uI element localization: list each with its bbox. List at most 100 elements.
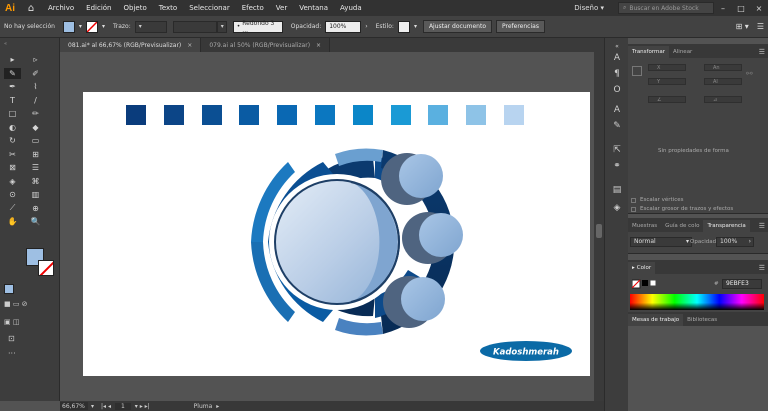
zoom-field[interactable]: 66,67% — [60, 402, 88, 410]
collapse-panels-icon[interactable]: « — [610, 40, 624, 52]
screen-mode-icon[interactable]: ⊡ — [8, 334, 15, 343]
edit-toolbar-icon[interactable]: ··· — [8, 349, 16, 358]
menu-item-efecto[interactable]: Efecto — [236, 0, 270, 16]
tool-icon-3[interactable]: ✐ — [27, 68, 44, 79]
color-spectrum[interactable] — [630, 294, 764, 310]
artboard[interactable]: Kadoshmerah — [83, 92, 590, 376]
tool-icon-23[interactable]: ⊕ — [27, 203, 44, 214]
character-icon[interactable]: A — [610, 52, 624, 64]
tab-artboards[interactable]: Mesas de trabajo — [628, 314, 684, 326]
menu-item-ver[interactable]: Ver — [270, 0, 293, 16]
tool-icon-0[interactable]: ▸ — [4, 54, 21, 65]
opentype-icon[interactable]: O — [610, 84, 624, 96]
tool-icon-5[interactable]: ⌇ — [27, 81, 44, 92]
tool-icon-21[interactable]: ▥ — [27, 189, 44, 200]
y-field[interactable]: Y — [648, 78, 686, 85]
stroke-swatch[interactable] — [85, 20, 98, 33]
panel-menu-icon[interactable]: ☰ — [759, 46, 768, 58]
preferences-button[interactable]: Preferencias — [496, 20, 545, 33]
vertical-scrollbar[interactable] — [594, 52, 604, 401]
tool-icon-13[interactable]: ▭ — [27, 135, 44, 146]
close-window-button[interactable]: × — [750, 4, 768, 13]
tool-icon-8[interactable]: □ — [4, 108, 21, 119]
export-icon[interactable]: ⇱ — [610, 144, 624, 156]
hex-field[interactable]: 9EBFE3 — [722, 279, 762, 289]
tool-icon-20[interactable]: ⊙ — [4, 189, 21, 200]
height-field[interactable]: Al — [704, 78, 742, 85]
style-dropdown-icon[interactable]: ▾ — [410, 23, 421, 30]
tool-icon-4[interactable]: ✒ — [4, 81, 21, 92]
tab-document-081[interactable]: 081.ai* al 66,67% (RGB/Previsualizar) × — [60, 38, 202, 52]
artboard-number[interactable]: 1 — [114, 402, 131, 410]
tool-icon-19[interactable]: ⌘ — [27, 176, 44, 187]
transparency-opacity-field[interactable]: 100% › — [716, 237, 754, 247]
tool-icon-17[interactable]: ☰ — [27, 162, 44, 173]
arrange-icon[interactable]: ⊞ ▾ — [732, 22, 753, 31]
appearance-icon[interactable]: ▤ — [610, 184, 624, 196]
tool-icon-14[interactable]: ✂ — [4, 149, 21, 160]
fill-stroke-indicator[interactable] — [26, 248, 56, 278]
minimize-button[interactable]: – — [714, 4, 732, 13]
draw-mode-icons[interactable]: ▣ ◫ — [4, 318, 19, 326]
tab-transparency[interactable]: Transparencia — [703, 220, 750, 232]
canvas-area[interactable]: Kadoshmerah — [60, 52, 594, 401]
artboard-nav-icons[interactable]: |◂ ◂ — [101, 403, 111, 410]
menu-item-ventana[interactable]: Ventana — [293, 0, 334, 16]
tab-color-guide[interactable]: Guía de colo — [661, 220, 703, 232]
stroke-dropdown-icon[interactable]: ▾ — [98, 23, 109, 30]
tool-icon-24[interactable]: ✋ — [4, 216, 21, 227]
brush-definition-dropdown[interactable]: • Redondo 3 ... — [232, 20, 283, 34]
tool-icon-25[interactable]: 🔍 — [27, 216, 44, 227]
color-fill-stroke-icons[interactable] — [631, 279, 658, 289]
fill-swatch[interactable] — [62, 20, 75, 33]
fill-dropdown-icon[interactable]: ▾ — [75, 23, 86, 30]
tool-icon-2[interactable]: ✎ — [4, 67, 21, 79]
tool-icon-9[interactable]: ✏ — [27, 108, 44, 119]
menu-item-archivo[interactable]: Archivo — [42, 0, 80, 16]
constrain-proportions-icon[interactable]: ⚯ — [746, 69, 753, 78]
scale-strokes-checkbox[interactable] — [631, 207, 636, 212]
style-swatch[interactable] — [397, 20, 410, 33]
tool-icon-6[interactable]: T — [4, 95, 21, 106]
tab-transform[interactable]: Transformar — [628, 46, 669, 58]
menu-item-texto[interactable]: Texto — [153, 0, 183, 16]
tab-libraries[interactable]: Bibliotecas — [683, 314, 721, 326]
tab-swatches[interactable]: Muestras — [628, 220, 661, 232]
tab-color[interactable]: ▸ Color — [628, 262, 656, 274]
panel-menu-icon[interactable]: ☰ — [753, 22, 768, 31]
tab-align[interactable]: Alinear — [669, 46, 696, 58]
panel-menu-icon[interactable]: ☰ — [759, 220, 768, 232]
tool-icon-15[interactable]: ⊞ — [27, 149, 44, 160]
opacity-chevron-icon[interactable]: › — [361, 23, 371, 30]
tool-icon-7[interactable]: / — [27, 95, 44, 106]
tool-icon-1[interactable]: ▹ — [27, 54, 44, 65]
tool-icon-10[interactable]: ◐ — [4, 122, 21, 133]
scale-corners-checkbox[interactable] — [631, 198, 636, 203]
small-fill-box[interactable] — [4, 284, 14, 294]
brushes-icon[interactable]: ✎ — [610, 120, 624, 132]
width-field[interactable]: An — [704, 64, 742, 71]
scrollbar-thumb[interactable] — [596, 224, 602, 238]
menu-item-seleccionar[interactable]: Seleccionar — [183, 0, 236, 16]
paragraph-icon[interactable]: ¶ — [610, 68, 624, 80]
opacity-field[interactable]: 100% — [325, 20, 362, 33]
fit-document-button[interactable]: Ajustar documento — [422, 20, 492, 33]
toolbar-collapse-icon[interactable]: « — [4, 41, 7, 47]
status-menu-icon[interactable]: ▸ — [216, 403, 219, 410]
glyphs-icon[interactable]: A — [610, 104, 624, 116]
shear-field[interactable]: ⊿ — [704, 96, 742, 103]
panel-menu-icon[interactable]: ☰ — [759, 262, 768, 274]
tool-icon-11[interactable]: ◆ — [27, 122, 44, 133]
stroke-weight-field[interactable]: ▾ — [134, 20, 167, 33]
layers-icon[interactable]: ◈ — [610, 202, 624, 214]
tool-icon-22[interactable]: ⟋ — [4, 203, 21, 214]
rotate-field[interactable]: ∠ — [648, 96, 686, 103]
menu-item-objeto[interactable]: Objeto — [118, 0, 153, 16]
variable-width-dropdown[interactable]: ▾ — [216, 20, 227, 33]
variable-width-field[interactable] — [172, 20, 217, 33]
planet-illustration[interactable]: Kadoshmerah — [83, 92, 590, 376]
artboard-nav-forward-icons[interactable]: ▾ ▸ ▸| — [135, 403, 150, 410]
stroke-color-box[interactable] — [38, 260, 54, 276]
tool-icon-16[interactable]: ⊠ — [4, 162, 21, 173]
close-icon[interactable]: × — [316, 42, 321, 49]
